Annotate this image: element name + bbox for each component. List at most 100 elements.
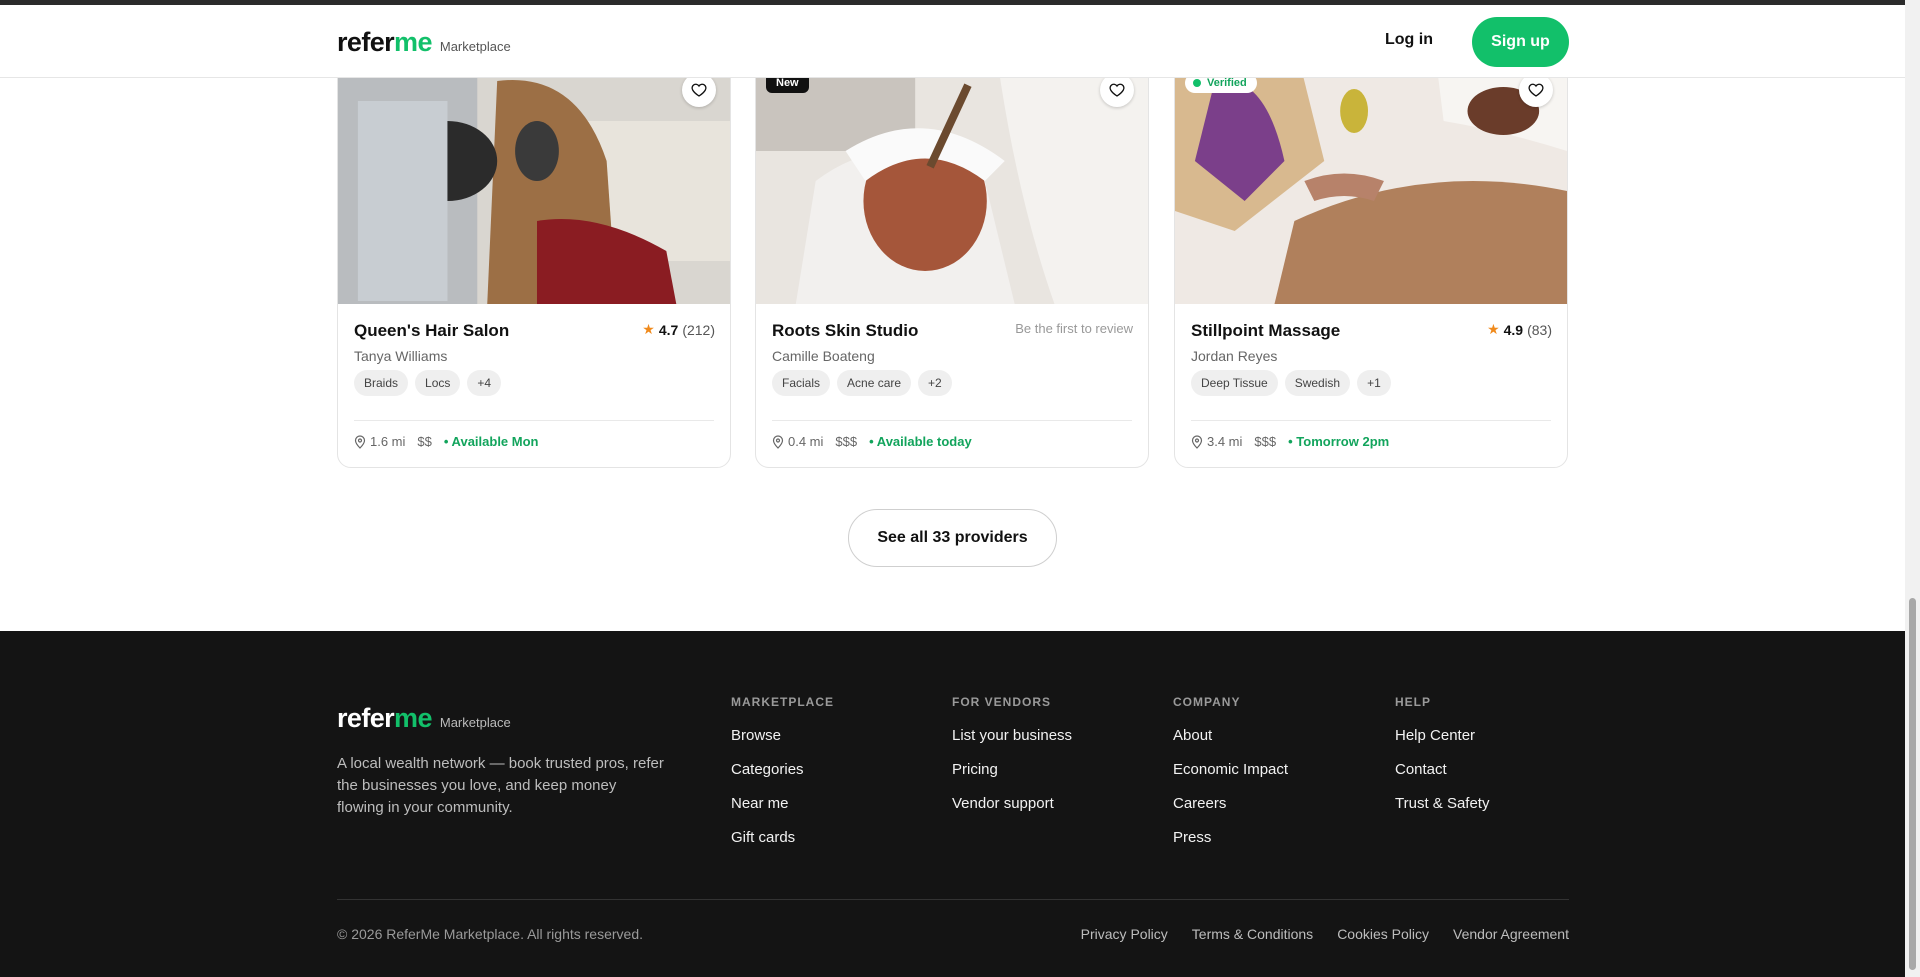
logo-me: me	[394, 703, 432, 733]
service-tags: Braids Locs +4	[354, 370, 502, 396]
service-tag: Facials	[772, 370, 831, 396]
footer-link-browse[interactable]: Browse	[731, 727, 834, 744]
provider-name: Stillpoint Massage	[1191, 321, 1341, 340]
logo[interactable]: refer me Marketplace	[337, 27, 511, 58]
distance-text: 1.6 mi	[370, 434, 406, 449]
favorite-button[interactable]	[682, 73, 716, 107]
distance-text: 0.4 mi	[788, 434, 824, 449]
footer-link-press[interactable]: Press	[1173, 829, 1288, 846]
copyright: © 2026 ReferMe Marketplace. All rights r…	[337, 926, 644, 942]
service-tag-more: +1	[1357, 370, 1391, 396]
provider-rating: ★ 4.9 (83)	[1487, 321, 1552, 338]
footer-description: A local wealth network — book trusted pr…	[337, 755, 664, 816]
scrollbar-thumb[interactable]	[1909, 598, 1916, 970]
footer-link-near-me[interactable]: Near me	[731, 795, 834, 812]
footer-link-pricing[interactable]: Pricing	[952, 761, 1072, 778]
signup-button[interactable]: Sign up	[1472, 17, 1569, 67]
provider-rating: ★ 4.7 (212)	[642, 321, 715, 338]
favorite-button[interactable]	[1100, 73, 1134, 107]
verified-label: Verified	[1207, 77, 1247, 89]
heart-icon	[691, 83, 707, 97]
footer-link-trust-safety[interactable]: Trust & Safety	[1395, 795, 1489, 812]
service-tag-more: +2	[918, 370, 952, 396]
footer-column-heading: MARKETPLACE	[731, 695, 834, 709]
provider-distance: 3.4 mi	[1191, 434, 1242, 449]
provider-card[interactable]: Verified Stillpoint Massage ★ 4.9 (83) J…	[1174, 40, 1568, 468]
provider-name: Roots Skin Studio	[772, 321, 919, 340]
footer-column-marketplace: MARKETPLACE Browse Categories Near me Gi…	[731, 695, 834, 863]
provider-card[interactable]: Queen's Hair Salon ★ 4.7 (212) Tanya Wil…	[337, 40, 731, 468]
footer-link-about[interactable]: About	[1173, 727, 1288, 744]
availability: • Available today	[869, 434, 972, 449]
distance-text: 3.4 mi	[1207, 434, 1243, 449]
price-level: $$$	[835, 434, 858, 449]
availability: • Available Mon	[443, 434, 539, 449]
footer-link-gift-cards[interactable]: Gift cards	[731, 829, 834, 846]
footer-column-heading: COMPANY	[1173, 695, 1241, 709]
footer-column-heading: HELP	[1395, 695, 1432, 709]
provider-card[interactable]: New Roots Skin Studio Be the first to re…	[755, 40, 1149, 468]
terms-link[interactable]: Terms & Conditions	[1192, 926, 1313, 942]
provider-owner: Jordan Reyes	[1191, 348, 1278, 364]
favorite-button[interactable]	[1519, 73, 1553, 107]
footer-column-help: HELP Help Center Contact Trust & Safety	[1395, 695, 1489, 829]
service-tag: Braids	[354, 370, 409, 396]
provider-photo	[756, 41, 1148, 304]
card-body: Stillpoint Massage ★ 4.9 (83) Jordan Rey…	[1175, 304, 1567, 467]
footer-column-company: COMPANY About Economic Impact Careers Pr…	[1173, 695, 1288, 863]
login-link[interactable]: Log in	[1385, 31, 1433, 49]
availability: • Tomorrow 2pm	[1288, 434, 1390, 449]
provider-name: Queen's Hair Salon	[354, 321, 510, 340]
provider-meta: 0.4 mi $$$ • Available today	[772, 434, 972, 449]
logo-tag: Marketplace	[439, 39, 511, 54]
service-tags: Facials Acne care +2	[772, 370, 952, 396]
rating-value: 4.7	[658, 321, 679, 338]
privacy-policy-link[interactable]: Privacy Policy	[1081, 926, 1168, 942]
footer-logo[interactable]: refer me Marketplace	[337, 703, 511, 734]
review-count: (83)	[1527, 321, 1552, 338]
location-pin-icon	[1191, 434, 1203, 449]
footer-column-heading: FOR VENDORS	[952, 695, 1052, 709]
provider-meta: 1.6 mi $$ • Available Mon	[354, 434, 538, 449]
site-header: refer me Marketplace Log in Sign up	[0, 5, 1905, 78]
heart-icon	[1528, 83, 1544, 97]
legal-links: Privacy Policy Terms & Conditions Cookie…	[1081, 926, 1569, 942]
review-prompt: Be the first to review	[1015, 321, 1133, 336]
cookies-policy-link[interactable]: Cookies Policy	[1337, 926, 1429, 942]
service-tag: Swedish	[1284, 370, 1351, 396]
provider-owner: Tanya Williams	[354, 348, 448, 364]
logo-refer: refer	[337, 703, 395, 733]
card-divider	[1191, 420, 1551, 421]
footer-link-careers[interactable]: Careers	[1173, 795, 1288, 812]
see-all-providers-button[interactable]: See all 33 providers	[848, 509, 1057, 567]
service-tag: Acne care	[837, 370, 912, 396]
page-scrollbar[interactable]	[1905, 0, 1920, 977]
price-level: $$$	[1254, 434, 1277, 449]
footer-link-list-business[interactable]: List your business	[952, 727, 1072, 744]
footer-column-vendors: FOR VENDORS List your business Pricing V…	[952, 695, 1072, 829]
star-icon: ★	[1487, 321, 1500, 337]
service-tag-more: +4	[467, 370, 502, 396]
star-icon: ★	[642, 321, 655, 337]
rating-value: 4.9	[1503, 321, 1524, 338]
provider-meta: 3.4 mi $$$ • Tomorrow 2pm	[1191, 434, 1389, 449]
vendor-agreement-link[interactable]: Vendor Agreement	[1453, 926, 1569, 942]
provider-distance: 0.4 mi	[772, 434, 823, 449]
footer-link-help-center[interactable]: Help Center	[1395, 727, 1489, 744]
logo-refer: refer	[337, 27, 395, 57]
provider-distance: 1.6 mi	[354, 434, 405, 449]
heart-icon	[1109, 83, 1125, 97]
card-body: Queen's Hair Salon ★ 4.7 (212) Tanya Wil…	[338, 304, 730, 467]
footer-link-economic-impact[interactable]: Economic Impact	[1173, 761, 1288, 778]
card-body: Roots Skin Studio Be the first to review…	[756, 304, 1148, 467]
footer-link-contact[interactable]: Contact	[1395, 761, 1489, 778]
review-count: (212)	[682, 321, 715, 338]
card-divider	[354, 420, 714, 421]
logo-me: me	[394, 27, 432, 57]
card-divider	[772, 420, 1132, 421]
verified-dot-icon	[1193, 79, 1201, 87]
site-footer: refer me Marketplace A local wealth netwo…	[0, 631, 1905, 977]
footer-link-vendor-support[interactable]: Vendor support	[952, 795, 1072, 812]
footer-link-categories[interactable]: Categories	[731, 761, 834, 778]
service-tag: Locs	[415, 370, 461, 396]
